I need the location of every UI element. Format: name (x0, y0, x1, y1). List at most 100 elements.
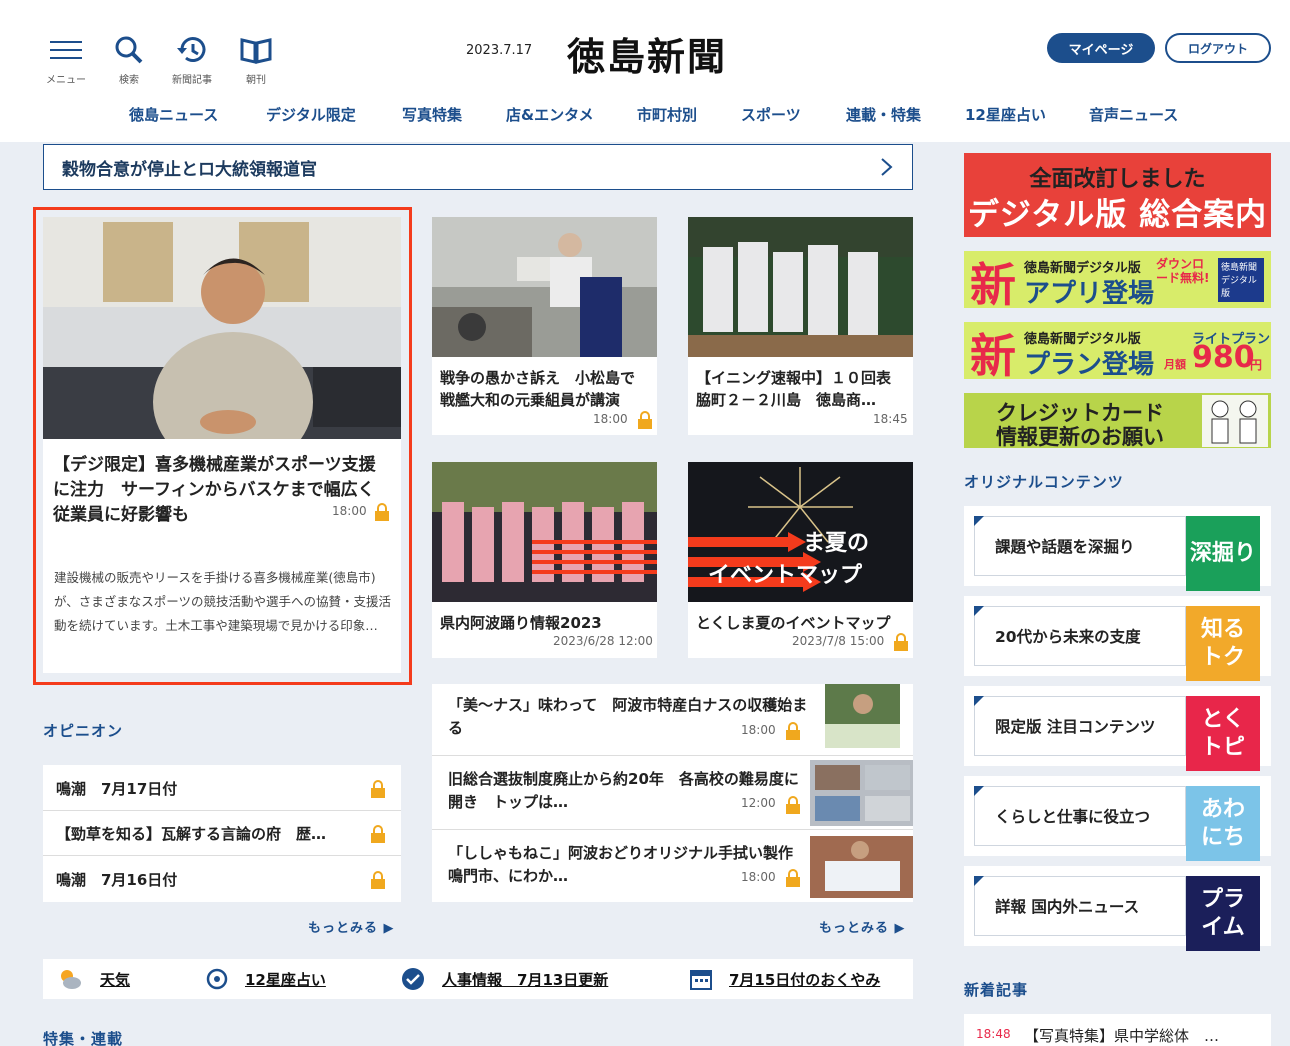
nav-digital-only[interactable]: デジタル限定 (266, 104, 356, 125)
book-label: 朝刊 (246, 75, 266, 86)
original-content-label: くらしと仕事に役立つ (974, 786, 1186, 846)
original-content-item[interactable]: くらしと仕事に役立つ あわ にち (964, 776, 1271, 861)
nav-horoscope[interactable]: 12星座占い (965, 104, 1046, 125)
article-card[interactable]: 県内阿波踊り情報2023 2023/6/28 12:00 (432, 462, 657, 658)
highlight-box (33, 207, 412, 685)
site-logo[interactable]: 徳島新聞 (567, 26, 727, 81)
original-content-heading: オリジナルコンテンツ (964, 473, 1124, 491)
list-item-thumbnail (810, 836, 913, 898)
svg-text:ま夏の: ま夏の (803, 531, 869, 556)
book-button[interactable]: 朝刊 (228, 32, 284, 86)
list-item[interactable]: 【勁草を知る】瓦解する言論の府 歴… (43, 811, 401, 856)
calendar-icon (690, 970, 712, 990)
weather-link[interactable]: 天気 (100, 969, 130, 990)
history-icon (177, 37, 206, 62)
opinion-heading: オピニオン (43, 722, 124, 740)
article-photo (688, 217, 913, 357)
nav-sports[interactable]: スポーツ (741, 104, 801, 125)
app-banner-new: 新 (970, 258, 1016, 308)
guide-banner[interactable]: 全面改訂しました デジタル版 総合案内 (964, 153, 1271, 237)
menu-button[interactable]: メニュー (38, 32, 94, 86)
book-icon (240, 38, 272, 64)
article-photo (432, 462, 657, 602)
list-item-title: 鳴潮 7月16日付 (56, 871, 178, 889)
list-item[interactable]: 鳴潮 7月16日付 (43, 856, 401, 902)
article-card[interactable]: ま夏の イベントマップ とくしま夏のイベントマップ 2023/7/8 15:00 (688, 462, 913, 658)
search-button[interactable]: 検索 (101, 32, 157, 86)
news-more-link[interactable]: もっとみる ▶ (819, 917, 906, 936)
article-title: 戦争の愚かさ訴え 小松島で戦艦大和の元乗組員が講演 (440, 369, 636, 409)
chevron-right-icon (881, 158, 893, 176)
triangle-right-icon: ▶ (383, 921, 395, 936)
plan-banner-main: プラン登場 (1024, 350, 1155, 379)
history-button[interactable]: 新聞記事 (164, 32, 220, 86)
corner-triangle (974, 786, 984, 796)
breaking-news-ticker[interactable]: 穀物合意が停止とロ大統領報道官 (43, 144, 913, 190)
original-content-tag: プラ イム (1186, 876, 1260, 951)
list-item-time: 18:00 (741, 870, 776, 884)
article-time: 2023/7/8 15:00 (792, 634, 885, 648)
original-content-tag: 知る トク (1186, 606, 1260, 681)
nav-series[interactable]: 連載・特集 (846, 104, 921, 125)
mypage-button[interactable]: マイページ (1047, 33, 1155, 63)
original-content-item[interactable]: 限定版 注目コンテンツ とく トピ (964, 686, 1271, 771)
lock-icon (371, 825, 385, 843)
nav-audio-news[interactable]: 音声ニュース (1089, 104, 1178, 125)
article-title: とくしま夏のイベントマップ (696, 614, 891, 632)
opinion-more-link[interactable]: もっとみる ▶ (308, 917, 395, 936)
opinion-list: 鳴潮 7月17日付 【勁草を知る】瓦解する言論の府 歴… 鳴潮 7月16日付 (43, 765, 401, 902)
new-article-title[interactable]: 【写真特集】県中学総体 … (1024, 1025, 1219, 1046)
nav-municipality[interactable]: 市町村別 (637, 104, 697, 125)
nav-photo[interactable]: 写真特集 (402, 104, 462, 125)
article-card[interactable]: 戦争の愚かさ訴え 小松島で戦艦大和の元乗組員が講演 18:00 (432, 217, 657, 435)
article-time: 2023/6/28 12:00 (553, 634, 653, 648)
app-badge: 徳島新聞デジタル版 (1218, 258, 1264, 302)
app-banner[interactable]: 新 徳島新聞デジタル版 アプリ登場 ダウンロード無料! 徳島新聞デジタル版 (964, 251, 1271, 308)
horoscope-icon (206, 968, 228, 990)
article-time: 18:45 (873, 412, 908, 426)
list-item-time: 18:00 (741, 723, 776, 737)
original-content-label: 課題や話題を深掘り (974, 516, 1186, 576)
logout-button[interactable]: ログアウト (1165, 33, 1271, 63)
people-illustration (1202, 395, 1268, 447)
original-content-label: 限定版 注目コンテンツ (974, 696, 1186, 756)
list-item[interactable]: 旧総合選抜制度廃止から約20年 各高校の難易度に開き トップは… 12:00 (432, 756, 913, 830)
guide-banner-line2: デジタル版 総合案内 (967, 197, 1268, 233)
article-photo: ま夏の イベントマップ (688, 462, 913, 602)
plan-banner-new: 新 (970, 329, 1016, 379)
original-content-item[interactable]: 課題や話題を深掘り 深掘り (964, 506, 1271, 591)
weather-icon (61, 970, 81, 989)
obituary-link[interactable]: 7月15日付のおくやみ (729, 969, 880, 990)
plan-banner-per: 月額 (1164, 358, 1186, 371)
plan-banner[interactable]: 新 徳島新聞デジタル版 プラン登場 ライトプラン 月額 980 円 (964, 322, 1271, 379)
global-nav: 徳島ニュース デジタル限定 写真特集 店&エンタメ 市町村別 スポーツ 連載・特… (0, 104, 1290, 128)
plan-banner-unit: 円 (1250, 358, 1263, 372)
credit-banner-line2: 情報更新のお願い (996, 425, 1164, 448)
list-item[interactable]: 「美～ナス」味わって 阿波市特産白ナスの収穫始まる 18:00 (432, 684, 913, 756)
search-label: 検索 (119, 75, 139, 86)
list-item[interactable]: 鳴潮 7月17日付 (43, 765, 401, 811)
triangle-right-icon: ▶ (894, 921, 906, 936)
personnel-link[interactable]: 人事情報 7月13日更新 (442, 969, 608, 990)
nav-tokushima-news[interactable]: 徳島ニュース (129, 104, 218, 125)
original-content-item[interactable]: 詳報 国内外ニュース プラ イム (964, 866, 1271, 951)
original-content-item[interactable]: 20代から未来の支度 知る トク (964, 596, 1271, 681)
lock-icon (786, 796, 800, 814)
list-item-time: 12:00 (741, 796, 776, 810)
corner-triangle (974, 696, 984, 706)
lock-icon (638, 411, 652, 429)
article-card[interactable]: 【イニング速報中】１０回表 脇町２－２川島 徳島商… 18:45 (688, 217, 913, 435)
series-heading: 特集・連載 (43, 1030, 124, 1046)
lock-icon (894, 633, 908, 651)
nav-shop-ent[interactable]: 店&エンタメ (506, 104, 594, 125)
article-photo (432, 217, 657, 357)
lock-icon (371, 780, 385, 798)
search-icon (115, 36, 143, 64)
more-label: もっとみる (308, 921, 379, 936)
app-banner-main: アプリ登場 (1024, 279, 1155, 308)
horoscope-link[interactable]: 12星座占い (245, 969, 326, 990)
list-item[interactable]: 「ししゃもねこ」阿波おどりオリジナル手拭い製作 鳴門市、にわか… 18:00 (432, 830, 913, 902)
original-content-label: 20代から未来の支度 (974, 606, 1186, 666)
plan-banner-price: 980 (1192, 340, 1255, 375)
credit-banner[interactable]: クレジットカード 情報更新のお願い (964, 393, 1271, 448)
